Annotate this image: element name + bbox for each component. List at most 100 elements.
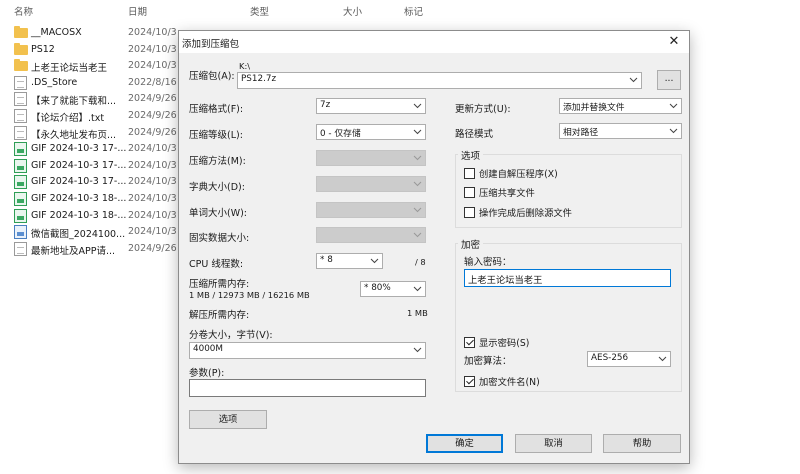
mem-compress-select[interactable]: * 80% bbox=[360, 281, 426, 297]
shared-files-checkbox-label: 压缩共享文件 bbox=[479, 188, 535, 199]
document-icon bbox=[14, 92, 27, 107]
archive-name-combobox[interactable]: PS12.7z bbox=[237, 72, 642, 89]
document-icon bbox=[14, 125, 27, 140]
format-select[interactable]: 7z bbox=[316, 98, 426, 114]
folder-icon bbox=[14, 26, 28, 38]
encrypt-names-checkbox-box[interactable] bbox=[464, 375, 475, 387]
level-value: 0 - 仅存储 bbox=[320, 129, 361, 139]
update-mode-select[interactable]: 添加并替换文件 bbox=[559, 98, 682, 114]
file-name: GIF 2024-10-3 18-... bbox=[31, 209, 127, 221]
file-name: .DS_Store bbox=[31, 76, 78, 88]
file-date: 2024/10/3 bbox=[128, 176, 177, 188]
cancel-button[interactable]: 取消 bbox=[515, 434, 592, 453]
chevron-down-icon bbox=[669, 126, 678, 135]
mem-decompress-value: 1 MB bbox=[407, 308, 428, 318]
file-name: GIF 2024-10-3 17-... bbox=[31, 176, 127, 188]
chevron-down-icon bbox=[413, 205, 422, 214]
file-name: GIF 2024-10-3 17-... bbox=[31, 143, 127, 155]
file-date: 2024/10/3 bbox=[128, 193, 177, 204]
file-date: 2024/9/26 bbox=[128, 110, 177, 121]
file-name: 【来了就能下载和... bbox=[31, 96, 117, 108]
file-date: 2024/9/26 bbox=[128, 93, 177, 105]
column-header-size[interactable]: 大小 bbox=[343, 4, 362, 18]
chevron-down-icon bbox=[370, 256, 379, 265]
file-name: 【论坛介绍】.txt bbox=[31, 113, 105, 124]
delete-after-checkbox-box[interactable] bbox=[464, 206, 475, 218]
chevron-down-icon bbox=[413, 230, 422, 239]
dialog-titlebar[interactable]: 添加到压缩包 ✕ bbox=[179, 31, 689, 53]
sfx-checkbox-label: 创建自解压程序(X) bbox=[479, 169, 558, 180]
file-date: 2024/10/3 bbox=[128, 209, 177, 221]
folder-icon bbox=[14, 42, 28, 55]
column-header-name[interactable]: 名称 bbox=[14, 4, 33, 18]
sfx-checkbox[interactable]: 创建自解压程序(X) bbox=[464, 166, 558, 180]
file-name: 【永久地址发布页... bbox=[31, 129, 117, 141]
add-to-archive-dialog: 添加到压缩包 ✕ 压缩包(A): K:\ PS12.7z ... 压缩格式(F)… bbox=[178, 30, 690, 464]
document-icon bbox=[14, 241, 27, 256]
chevron-down-icon bbox=[669, 101, 678, 110]
image-icon bbox=[14, 225, 27, 240]
chevron-down-icon[interactable] bbox=[413, 345, 422, 354]
threads-label: CPU 线程数: bbox=[189, 259, 244, 270]
file-date: 2024/9/26 bbox=[128, 242, 177, 254]
show-password-checkbox-box[interactable] bbox=[464, 336, 475, 348]
password-input[interactable]: 上老王论坛当老王 bbox=[464, 269, 671, 287]
column-header-tags[interactable]: 标记 bbox=[404, 4, 423, 18]
chevron-down-icon bbox=[413, 153, 422, 162]
archive-label: 压缩包(A): bbox=[189, 71, 235, 82]
chevron-down-icon bbox=[413, 284, 422, 293]
encrypt-names-checkbox[interactable]: 加密文件名(N) bbox=[464, 374, 540, 388]
level-label: 压缩等级(L): bbox=[189, 130, 243, 141]
format-label: 压缩格式(F): bbox=[189, 104, 244, 115]
encryption-method-select[interactable]: AES-256 bbox=[587, 351, 671, 367]
params-label: 参数(P): bbox=[189, 368, 225, 379]
gif-icon bbox=[14, 175, 27, 190]
gif-icon bbox=[14, 192, 27, 206]
help-button[interactable]: 帮助 bbox=[603, 434, 681, 453]
method-label: 压缩方法(M): bbox=[189, 156, 246, 167]
chevron-down-icon bbox=[413, 179, 422, 188]
options-button[interactable]: 选项 bbox=[189, 410, 267, 429]
shared-files-checkbox[interactable]: 压缩共享文件 bbox=[464, 185, 535, 199]
params-input[interactable] bbox=[189, 379, 426, 397]
threads-max: / 8 bbox=[415, 257, 426, 267]
solid-select bbox=[316, 227, 426, 243]
document-icon bbox=[14, 109, 27, 123]
shared-files-checkbox-box[interactable] bbox=[464, 186, 475, 198]
column-header-type[interactable]: 类型 bbox=[250, 4, 269, 18]
options-group-title: 选项 bbox=[458, 148, 484, 162]
delete-after-checkbox[interactable]: 操作完成后删除源文件 bbox=[464, 205, 572, 219]
sfx-checkbox-box[interactable] bbox=[464, 167, 475, 179]
mem-decompress-label: 解压所需内存: bbox=[189, 310, 250, 321]
path-mode-label: 路径模式 bbox=[455, 129, 494, 140]
volume-combobox[interactable]: 4000M bbox=[189, 342, 426, 359]
close-icon[interactable]: ✕ bbox=[663, 32, 685, 52]
word-label: 单词大小(W): bbox=[189, 208, 248, 219]
volume-label: 分卷大小，字节(V): bbox=[189, 330, 273, 341]
ok-button[interactable]: 确定 bbox=[426, 434, 503, 453]
path-mode-select[interactable]: 相对路径 bbox=[559, 123, 682, 139]
browse-button[interactable]: ... bbox=[657, 70, 681, 90]
dict-select bbox=[316, 176, 426, 192]
chevron-down-icon bbox=[413, 127, 422, 136]
file-name: 上老王论坛当老王 bbox=[31, 63, 108, 75]
column-header-date[interactable]: 日期 bbox=[128, 4, 147, 18]
word-select bbox=[316, 202, 426, 218]
update-mode-label: 更新方式(U): bbox=[455, 104, 511, 115]
file-name: GIF 2024-10-3 17-... bbox=[31, 159, 127, 171]
threads-value: * 8 bbox=[320, 255, 333, 265]
level-select[interactable]: 0 - 仅存储 bbox=[316, 124, 426, 140]
threads-select[interactable]: * 8 bbox=[316, 253, 383, 269]
encrypt-names-checkbox-label: 加密文件名(N) bbox=[479, 377, 540, 388]
mem-compress-value: * 80% bbox=[364, 283, 391, 293]
file-name: __MACOSX bbox=[31, 27, 82, 38]
delete-after-checkbox-label: 操作完成后删除源文件 bbox=[479, 208, 572, 219]
update-mode-value: 添加并替换文件 bbox=[563, 103, 625, 113]
show-password-checkbox[interactable]: 显示密码(S) bbox=[464, 335, 529, 349]
format-value: 7z bbox=[320, 100, 331, 110]
mem-compress-detail: 1 MB / 12973 MB / 16216 MB bbox=[189, 290, 310, 300]
chevron-down-icon[interactable] bbox=[629, 75, 638, 84]
file-date: 2024/10/3 bbox=[128, 159, 177, 171]
dict-label: 字典大小(D): bbox=[189, 182, 245, 193]
document-icon bbox=[14, 75, 27, 90]
